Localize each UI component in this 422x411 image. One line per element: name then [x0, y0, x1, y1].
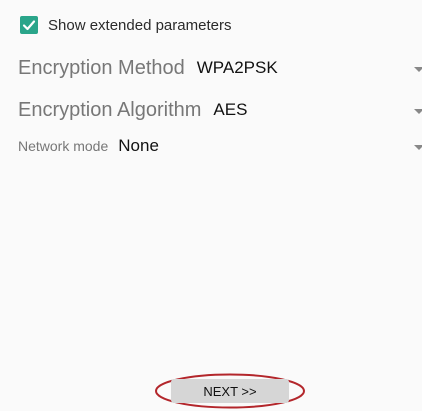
- show-extended-label: Show extended parameters: [48, 16, 232, 34]
- dropdown-arrow-icon: [414, 145, 422, 150]
- show-extended-checkbox[interactable]: [20, 16, 38, 34]
- encryption-method-label: Encryption Method: [18, 56, 185, 79]
- encryption-algorithm-value: AES: [213, 100, 248, 119]
- checkmark-icon: [22, 20, 36, 31]
- encryption-method-dropdown[interactable]: Encryption Method WPA2PSK: [18, 53, 422, 83]
- show-extended-parameters-row[interactable]: Show extended parameters: [20, 14, 231, 36]
- encryption-method-value: WPA2PSK: [196, 58, 278, 77]
- network-mode-value: None: [118, 136, 159, 155]
- network-mode-dropdown[interactable]: Network mode None: [18, 133, 422, 159]
- encryption-algorithm-label: Encryption Algorithm: [18, 98, 202, 121]
- next-button[interactable]: NEXT >>: [171, 379, 289, 403]
- network-mode-label: Network mode: [18, 138, 109, 154]
- encryption-algorithm-dropdown[interactable]: Encryption Algorithm AES: [18, 95, 422, 125]
- dropdown-arrow-icon: [414, 67, 422, 72]
- dropdown-arrow-icon: [414, 109, 422, 114]
- next-button-area: NEXT >>: [153, 372, 307, 410]
